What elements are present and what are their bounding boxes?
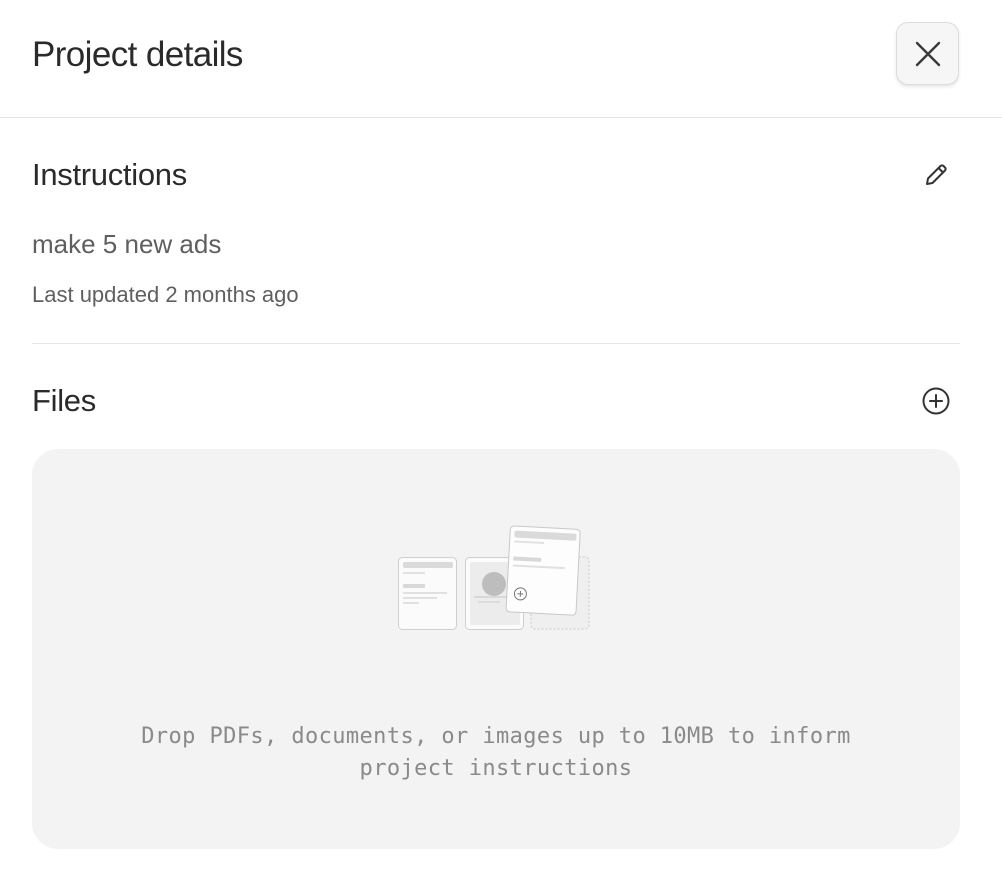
pencil-icon — [926, 164, 947, 185]
files-heading: Files — [32, 383, 96, 418]
close-button[interactable] — [896, 22, 959, 85]
page-title: Project details — [32, 35, 243, 74]
section-divider — [32, 343, 960, 344]
instructions-text: make 5 new ads — [32, 229, 222, 259]
add-file-button[interactable] — [916, 381, 956, 421]
file-cards-illustration — [398, 525, 590, 630]
plus-circle-icon — [922, 387, 950, 415]
instructions-heading: Instructions — [32, 157, 187, 192]
last-updated-text: Last updated 2 months ago — [32, 282, 299, 307]
header: Project details — [0, 0, 1002, 118]
edit-instructions-button[interactable] — [916, 155, 956, 195]
file-dropzone[interactable]: Drop PDFs, documents, or images up to 10… — [32, 449, 960, 849]
close-icon — [915, 41, 940, 66]
dropzone-hint: Drop PDFs, documents, or images up to 10… — [141, 724, 851, 781]
